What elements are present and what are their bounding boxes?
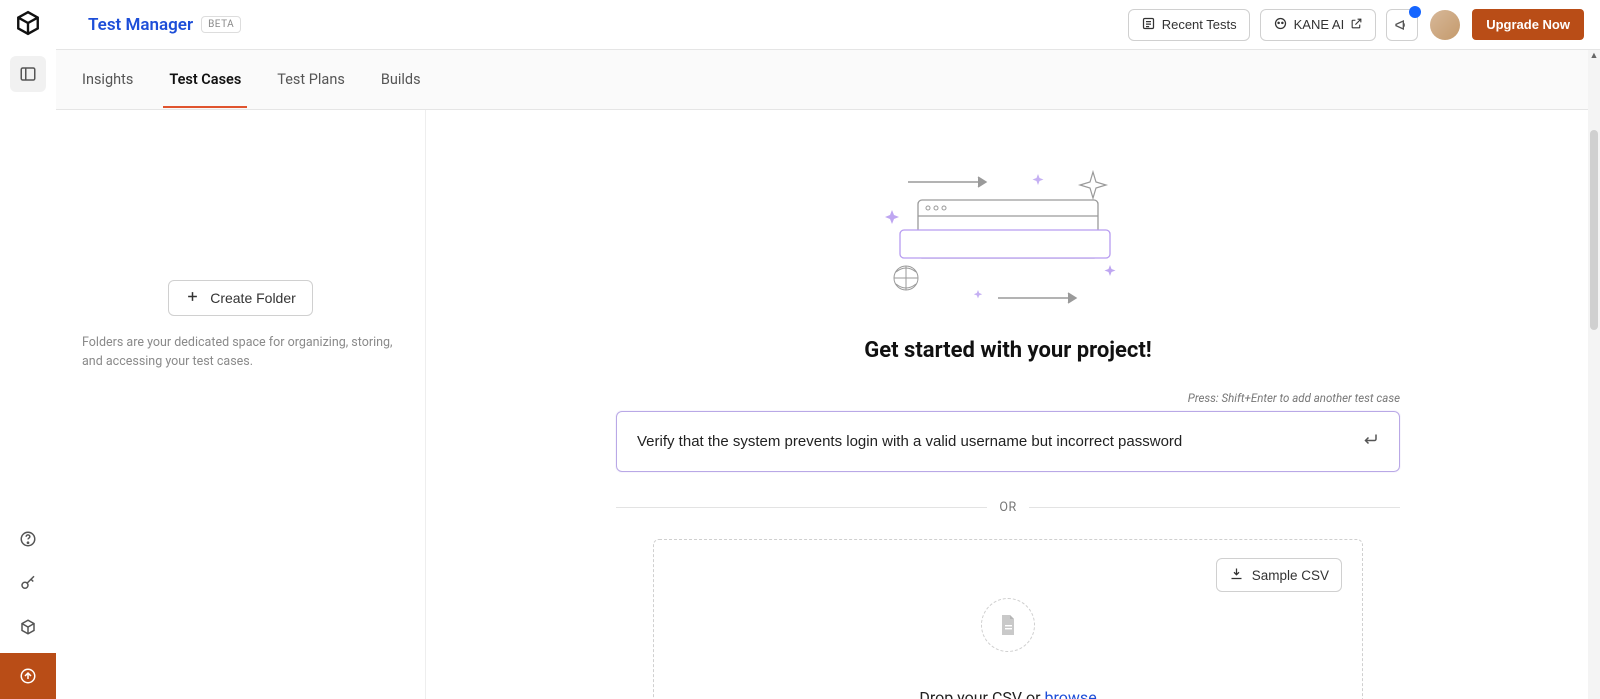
file-icon (981, 598, 1035, 652)
create-folder-button[interactable]: Create Folder (168, 280, 313, 316)
rail-upgrade-button[interactable] (0, 653, 56, 699)
brand-logo (15, 10, 41, 36)
browse-link[interactable]: browse (1045, 688, 1097, 699)
tab-insights[interactable]: Insights (80, 51, 135, 108)
test-case-input[interactable] (637, 433, 1361, 450)
sidebar-hint: Folders are your dedicated space for org… (78, 334, 403, 372)
sample-csv-button[interactable]: Sample CSV (1216, 558, 1342, 592)
drop-text: Drop your CSV or browse (919, 688, 1096, 699)
kane-ai-button[interactable]: KANE AI (1260, 9, 1377, 41)
recent-tests-button[interactable]: Recent Tests (1128, 9, 1250, 41)
recent-tests-label: Recent Tests (1162, 17, 1237, 32)
scroll-up-arrow[interactable]: ▲ (1588, 50, 1600, 62)
get-started-illustration (878, 160, 1138, 314)
kane-ai-icon (1273, 16, 1288, 34)
beta-badge: BETA (201, 16, 241, 33)
create-folder-label: Create Folder (210, 290, 296, 306)
or-divider: OR (616, 500, 1400, 515)
kane-ai-label: KANE AI (1294, 17, 1345, 32)
or-label: OR (999, 500, 1016, 515)
top-header: Test Manager BETA Recent Tests KANE AI U… (56, 0, 1600, 50)
external-link-icon (1350, 17, 1363, 33)
notification-dot (1409, 6, 1421, 18)
csv-dropzone[interactable]: Sample CSV Drop your CSV or browse (653, 539, 1363, 699)
plus-icon (185, 289, 200, 307)
user-avatar[interactable] (1430, 10, 1460, 40)
sidebar-toggle-icon[interactable] (10, 56, 46, 92)
announcements-button[interactable] (1386, 9, 1418, 41)
app-title[interactable]: Test Manager (88, 15, 193, 35)
tab-test-cases[interactable]: Test Cases (167, 51, 243, 108)
tab-builds[interactable]: Builds (379, 51, 423, 108)
test-case-input-wrap[interactable] (616, 411, 1400, 472)
content-area: Get started with your project! Press: Sh… (426, 110, 1590, 699)
folders-sidebar: Create Folder Folders are your dedicated… (56, 110, 426, 699)
enter-icon[interactable] (1361, 430, 1379, 453)
vertical-scrollbar[interactable]: ▲ (1588, 50, 1600, 699)
upgrade-button[interactable]: Upgrade Now (1472, 9, 1584, 40)
tab-test-plans[interactable]: Test Plans (275, 51, 347, 108)
left-rail (0, 0, 56, 699)
help-icon[interactable] (10, 521, 46, 557)
input-hint: Press: Shift+Enter to add another test c… (616, 391, 1400, 405)
list-icon (1141, 16, 1156, 34)
main-area: Create Folder Folders are your dedicated… (56, 110, 1590, 699)
drop-prefix: Drop your CSV or (919, 688, 1044, 699)
key-icon[interactable] (10, 565, 46, 601)
download-icon (1229, 566, 1244, 584)
content-heading: Get started with your project! (864, 338, 1151, 363)
cube-icon[interactable] (10, 609, 46, 645)
scroll-thumb[interactable] (1590, 130, 1598, 330)
subheader-tabs: Insights Test Cases Test Plans Builds (56, 50, 1600, 110)
sample-csv-label: Sample CSV (1252, 568, 1329, 583)
